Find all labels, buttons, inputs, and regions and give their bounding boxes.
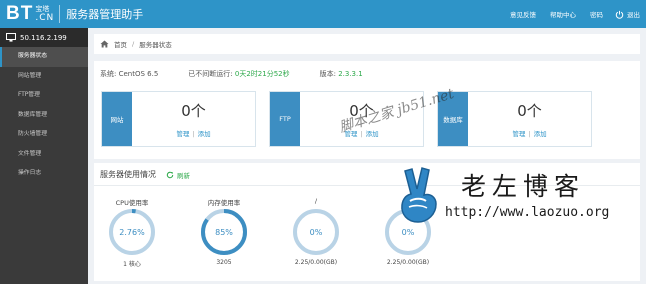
cpu-gauge-title: CPU使用率 bbox=[115, 199, 149, 207]
logo-divider bbox=[59, 5, 61, 23]
disk-root-gauge-detail: 2.25/0.00(GB) bbox=[294, 259, 338, 266]
server-selector[interactable]: 50.116.2.199 bbox=[0, 28, 88, 47]
disk-root-gauge-percent: 0% bbox=[310, 228, 323, 237]
database-card: 数据库 0个 管理 | 添加 bbox=[437, 91, 592, 147]
cpu-gauge-detail: 1 核心 bbox=[123, 261, 141, 268]
logout-button[interactable]: 退出 bbox=[615, 9, 640, 19]
database-count: 0个 bbox=[517, 102, 542, 120]
website-manage-link[interactable]: 管理 bbox=[176, 130, 189, 138]
sidebar-item-server-status[interactable]: 服务器状态 bbox=[0, 47, 88, 67]
app-title: 服务器管理助手 bbox=[66, 8, 144, 21]
website-add-link[interactable]: 添加 bbox=[198, 130, 211, 138]
sidebar-item-ftp[interactable]: FTP管理 bbox=[0, 86, 88, 106]
ftp-card-tag: FTP bbox=[270, 92, 300, 146]
website-card-tag: 网站 bbox=[102, 92, 132, 146]
breadcrumb: 首页 / 服务器状态 bbox=[94, 34, 640, 54]
nav-feedback-link[interactable]: 意见反馈 bbox=[510, 9, 536, 19]
breadcrumb-home-link[interactable]: 首页 bbox=[114, 39, 127, 49]
logout-label: 退出 bbox=[627, 11, 640, 19]
uptime-value: 0天2时21分52秒 bbox=[234, 70, 290, 78]
monitor-icon bbox=[6, 33, 16, 42]
brand-url: http://www.laozuo.org bbox=[445, 205, 610, 220]
disk-second-gauge-detail: 2.25/0.00(GB) bbox=[386, 259, 430, 266]
memory-gauge: 内存使用率 85% 3205 bbox=[194, 197, 254, 266]
sidebar-item-firewall[interactable]: 防火墙管理 bbox=[0, 125, 88, 145]
top-nav: 意见反馈 帮助中心 密码 退出 bbox=[496, 0, 640, 28]
sidebar-item-database[interactable]: 数据库管理 bbox=[0, 106, 88, 126]
memory-gauge-detail: 3205 bbox=[216, 259, 232, 266]
version-label: 版本: bbox=[319, 70, 336, 78]
hand-logo-icon bbox=[401, 167, 437, 223]
database-manage-link[interactable]: 管理 bbox=[512, 130, 525, 138]
sidebar-item-logs[interactable]: 操作日志 bbox=[0, 164, 88, 184]
top-header: BT 宝塔 .CN 服务器管理助手 意见反馈 帮助中心 密码 退出 bbox=[0, 0, 646, 28]
nav-password-link[interactable]: 密码 bbox=[590, 9, 603, 19]
usage-title: 服务器使用情况 bbox=[100, 170, 156, 179]
power-icon bbox=[615, 10, 624, 19]
logo[interactable]: BT 宝塔 .CN 服务器管理助手 bbox=[6, 2, 143, 26]
website-count: 0个 bbox=[181, 102, 206, 120]
system-value: CentOS 6.5 bbox=[118, 70, 159, 78]
system-info: 系统: CentOS 6.5 已不间断运行: 0天2时21分52秒 版本: 2.… bbox=[100, 69, 393, 79]
disk-root-gauge-title: / bbox=[314, 197, 318, 205]
logo-bt: BT bbox=[6, 3, 34, 24]
breadcrumb-separator: / bbox=[132, 40, 135, 48]
cpu-gauge-ring: 2.76% bbox=[109, 209, 155, 255]
brand-name: 老左博客 bbox=[461, 172, 586, 201]
cpu-gauge-percent: 2.76% bbox=[119, 228, 145, 237]
home-icon bbox=[100, 40, 109, 48]
refresh-button[interactable]: 刷新 bbox=[166, 170, 190, 180]
disk-root-gauge: / 0% 2.25/0.00(GB) bbox=[286, 197, 346, 266]
disk-root-gauge-ring: 0% bbox=[293, 209, 339, 255]
brand-watermark: 老左博客 http://www.laozuo.org bbox=[395, 163, 640, 233]
server-ip: 50.116.2.199 bbox=[20, 33, 67, 42]
memory-gauge-ring: 85% bbox=[201, 209, 247, 255]
logo-cn-text: .CN bbox=[35, 13, 55, 23]
refresh-icon bbox=[166, 171, 174, 178]
sidebar: 50.116.2.199 服务器状态 网站管理 FTP管理 数据库管理 防火墙管… bbox=[0, 28, 88, 284]
cpu-gauge: CPU使用率 2.76% 1 核心 bbox=[102, 197, 162, 268]
ftp-add-link[interactable]: 添加 bbox=[366, 130, 379, 138]
system-label: 系统: bbox=[100, 70, 117, 78]
memory-gauge-percent: 85% bbox=[215, 228, 233, 237]
sidebar-item-files[interactable]: 文件管理 bbox=[0, 145, 88, 165]
nav-help-link[interactable]: 帮助中心 bbox=[550, 9, 576, 19]
sidebar-item-websites[interactable]: 网站管理 bbox=[0, 67, 88, 87]
database-add-link[interactable]: 添加 bbox=[534, 130, 547, 138]
uptime-label: 已不间断运行: bbox=[188, 70, 233, 78]
website-card: 网站 0个 管理 | 添加 bbox=[101, 91, 256, 147]
version-value: 2.3.3.1 bbox=[338, 70, 363, 78]
refresh-label: 刷新 bbox=[177, 171, 190, 180]
memory-gauge-title: 内存使用率 bbox=[207, 199, 241, 207]
breadcrumb-current: 服务器状态 bbox=[139, 41, 172, 49]
